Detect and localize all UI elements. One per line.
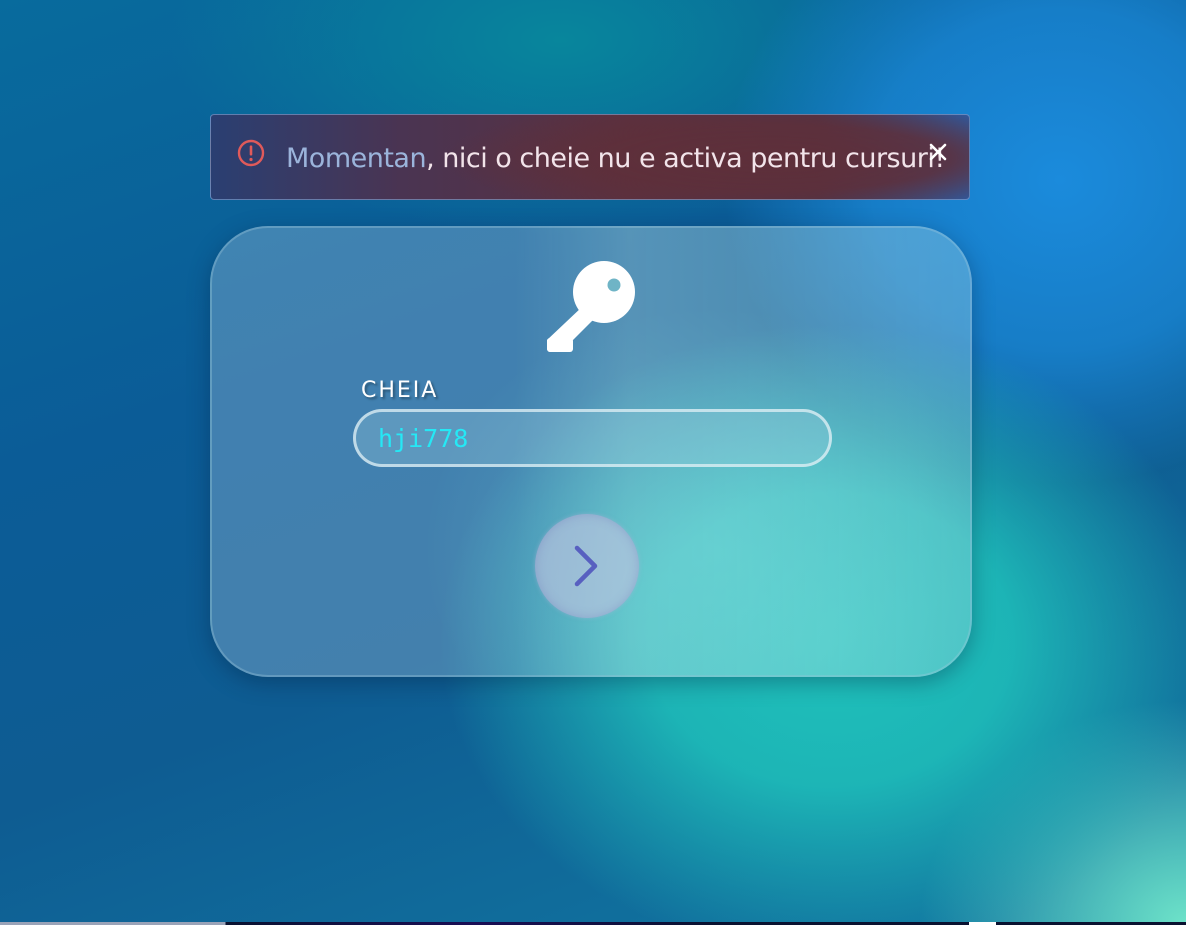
error-alert: Momentan, nici o cheie nu e activa pentr…: [210, 114, 970, 200]
alert-message-rest: , nici o cheie nu e activa pentru cursur…: [426, 143, 945, 174]
key-field-label: CHEIA: [361, 378, 439, 403]
exclamation-circle-icon: [237, 139, 265, 167]
submit-button[interactable]: [535, 514, 639, 618]
close-icon[interactable]: [927, 141, 949, 163]
chevron-right-icon: [574, 545, 598, 587]
alert-message-lead: Momentan: [286, 143, 427, 174]
key-input[interactable]: [353, 409, 832, 467]
alert-message: Momentan, nici o cheie nu e activa pentr…: [286, 143, 945, 174]
key-card: CHEIA: [210, 226, 972, 677]
key-icon: [545, 260, 639, 354]
